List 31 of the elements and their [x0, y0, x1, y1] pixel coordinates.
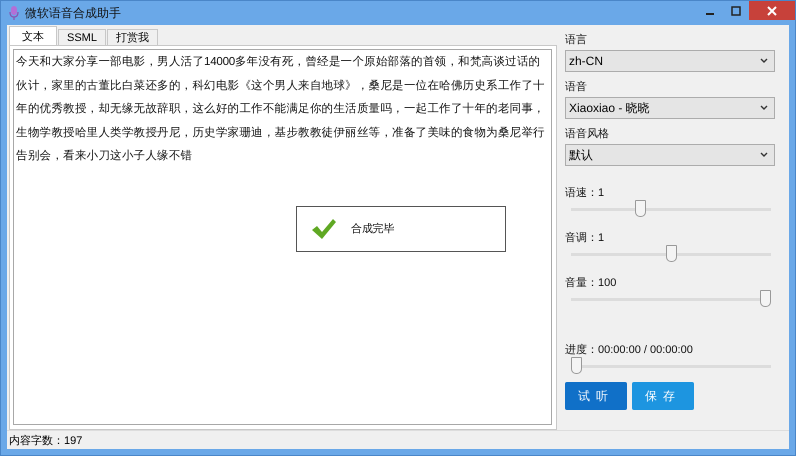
dropdown[interactable]: zh-CN — [565, 50, 775, 72]
field-label: 语音 — [565, 80, 588, 94]
slider-thumb[interactable] — [571, 357, 582, 374]
toast-message: 合成完毕 — [351, 224, 394, 234]
tab[interactable]: SSML — [58, 29, 106, 45]
chevron-icon — [760, 105, 768, 111]
minimize-icon — [706, 12, 714, 14]
slider-label: 音量：100 — [565, 276, 618, 290]
field-label: 语音风格 — [565, 127, 610, 141]
field-label: 语言 — [565, 33, 588, 47]
slider-label: 语速：1 — [565, 186, 606, 200]
dropdown[interactable]: Xiaoxiao - 晓晓 — [565, 97, 775, 119]
tab[interactable]: 打赏我 — [106, 29, 158, 45]
microphone-icon — [9, 6, 19, 20]
dropdown[interactable]: 默认 — [565, 144, 775, 166]
checkmark-icon — [311, 218, 337, 240]
slider-thumb[interactable] — [635, 200, 646, 217]
progress-label: 进度：00:00:00 / 00:00:00 — [565, 343, 694, 357]
tab[interactable]: 文本 — [9, 26, 57, 45]
slider-thumb[interactable] — [666, 245, 676, 262]
chevron-icon — [760, 58, 768, 64]
slider-thumb[interactable] — [760, 290, 771, 307]
close-icon — [767, 6, 777, 16]
status-text: 内容字数：197 — [9, 434, 82, 448]
maximize-icon — [731, 6, 741, 16]
close-button[interactable] — [749, 1, 795, 20]
slider-label: 音调：1 — [565, 231, 606, 245]
window-title: 微软语音合成助手 — [25, 4, 121, 22]
text-area[interactable]: 今天和大家分享一部电影，男人活了14000多年没有死，曾经是一个原始部落的首领，和梵高谈过话的伙计，家里的古董比白菜还多的，科幻电影《这个男人来自地球》，桑尼是一位在哈佛历史系工作了十年的优秀教授，却无缘无故辞职，这么好的工作不能满足你的生活质量吗，一起工作了十年的老同事，生物学教授哈里人类学教授丹尼，历史学家珊迪，基步教教徒伊丽丝等，准备了美味的食物为桑尼举行告别会，看来小刀这小子人缘不错 合成完毕 — [13, 49, 552, 425]
action-button[interactable]: 试听 — [565, 382, 627, 410]
chevron-icon — [760, 152, 768, 158]
